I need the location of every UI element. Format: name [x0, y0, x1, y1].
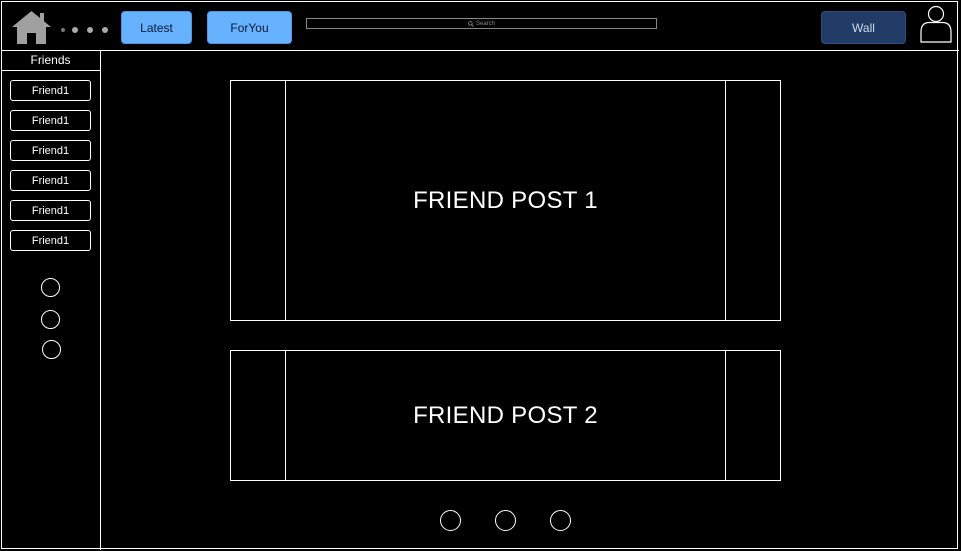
post-text: FRIEND POST 1: [413, 186, 598, 214]
sidebar-title: Friends: [1, 50, 100, 71]
sidebar-circle-button[interactable]: [41, 278, 60, 297]
home-icon[interactable]: [11, 10, 52, 45]
search-icon: [468, 20, 474, 27]
post-left-panel: [231, 351, 286, 480]
dot: [72, 27, 78, 33]
sidebar-circle-button[interactable]: [41, 310, 60, 329]
pagination-dot[interactable]: [440, 510, 461, 531]
friend-item[interactable]: Friend1: [10, 200, 91, 221]
friend-item[interactable]: Friend1: [10, 110, 91, 131]
top-bar: Latest ForYou Search Wall: [1, 1, 959, 51]
page-dots: [61, 23, 108, 37]
user-avatar-icon[interactable]: [919, 5, 953, 43]
post-right-panel: [725, 81, 780, 320]
wall-button[interactable]: Wall: [821, 11, 906, 44]
friend-item[interactable]: Friend1: [10, 170, 91, 191]
search-input[interactable]: Search: [306, 18, 657, 29]
friends-sidebar: Friends Friend1 Friend1 Friend1 Friend1 …: [1, 50, 101, 550]
friend-post[interactable]: FRIEND POST 2: [230, 350, 781, 481]
pagination-dot[interactable]: [550, 510, 571, 531]
pagination-dot[interactable]: [495, 510, 516, 531]
friend-post[interactable]: FRIEND POST 1: [230, 80, 781, 321]
post-right-panel: [725, 351, 780, 480]
dot: [61, 28, 65, 32]
friend-list: Friend1 Friend1 Friend1 Friend1 Friend1 …: [10, 80, 91, 260]
dot: [87, 27, 93, 33]
friend-item[interactable]: Friend1: [10, 140, 91, 161]
sidebar-circle-button[interactable]: [42, 340, 61, 359]
post-left-panel: [231, 81, 286, 320]
search-placeholder: Search: [475, 20, 495, 27]
post-text: FRIEND POST 2: [413, 401, 598, 429]
dot: [102, 27, 108, 33]
latest-button[interactable]: Latest: [121, 11, 192, 44]
foryou-button[interactable]: ForYou: [207, 11, 292, 44]
friend-item[interactable]: Friend1: [10, 80, 91, 101]
friend-item[interactable]: Friend1: [10, 230, 91, 251]
